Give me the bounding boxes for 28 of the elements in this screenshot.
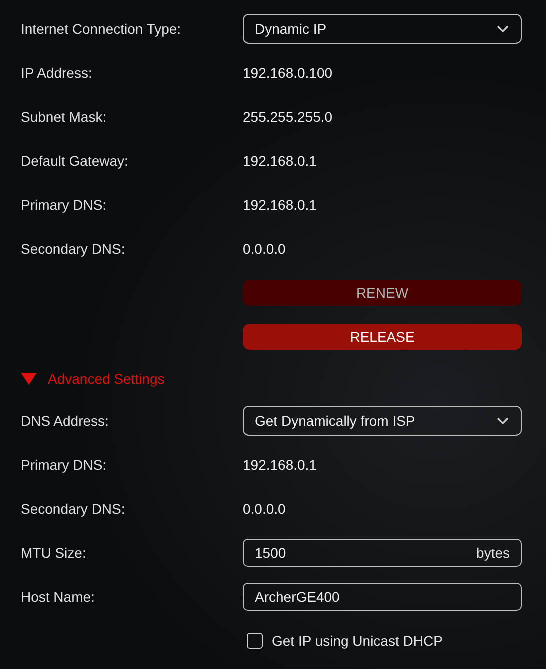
triangle-icon: [21, 373, 37, 385]
field-value: 192.168.0.1: [243, 153, 318, 169]
release-button[interactable]: RELEASE: [243, 324, 522, 350]
chevron-down-icon: [497, 25, 509, 33]
dropdown[interactable]: Dynamic IP: [243, 14, 522, 44]
chevron-down-icon: [497, 417, 509, 425]
field-label: DNS Address:: [21, 413, 110, 429]
input-field[interactable]: ArcherGE400: [243, 583, 522, 611]
field-value: 255.255.255.0: [243, 109, 334, 125]
input-field[interactable]: 1500 bytes: [243, 539, 522, 567]
field-label: Primary DNS:: [21, 197, 108, 213]
field-label: Secondary DNS:: [21, 241, 126, 257]
field-label: Host Name:: [21, 589, 96, 605]
advanced-settings-toggle[interactable]: Advanced Settings: [21, 371, 165, 387]
field-label: Internet Connection Type:: [21, 21, 182, 37]
field-label: Secondary DNS:: [21, 501, 126, 517]
field-label: Primary DNS:: [21, 457, 108, 473]
field-value: 192.168.0.1: [243, 457, 318, 473]
field-value: 192.168.0.100: [243, 65, 334, 81]
field-label: Subnet Mask:: [21, 109, 108, 125]
field-label: IP Address:: [21, 65, 94, 81]
field-value: 0.0.0.0: [243, 501, 287, 517]
unicast-dhcp-checkbox[interactable]: Get IP using Unicast DHCP: [243, 633, 522, 649]
dropdown[interactable]: Get Dynamically from ISP: [243, 406, 522, 436]
field-label: MTU Size:: [21, 545, 88, 561]
field-value: 0.0.0.0: [243, 241, 287, 257]
field-value: 192.168.0.1: [243, 197, 318, 213]
field-label: Default Gateway:: [21, 153, 130, 169]
